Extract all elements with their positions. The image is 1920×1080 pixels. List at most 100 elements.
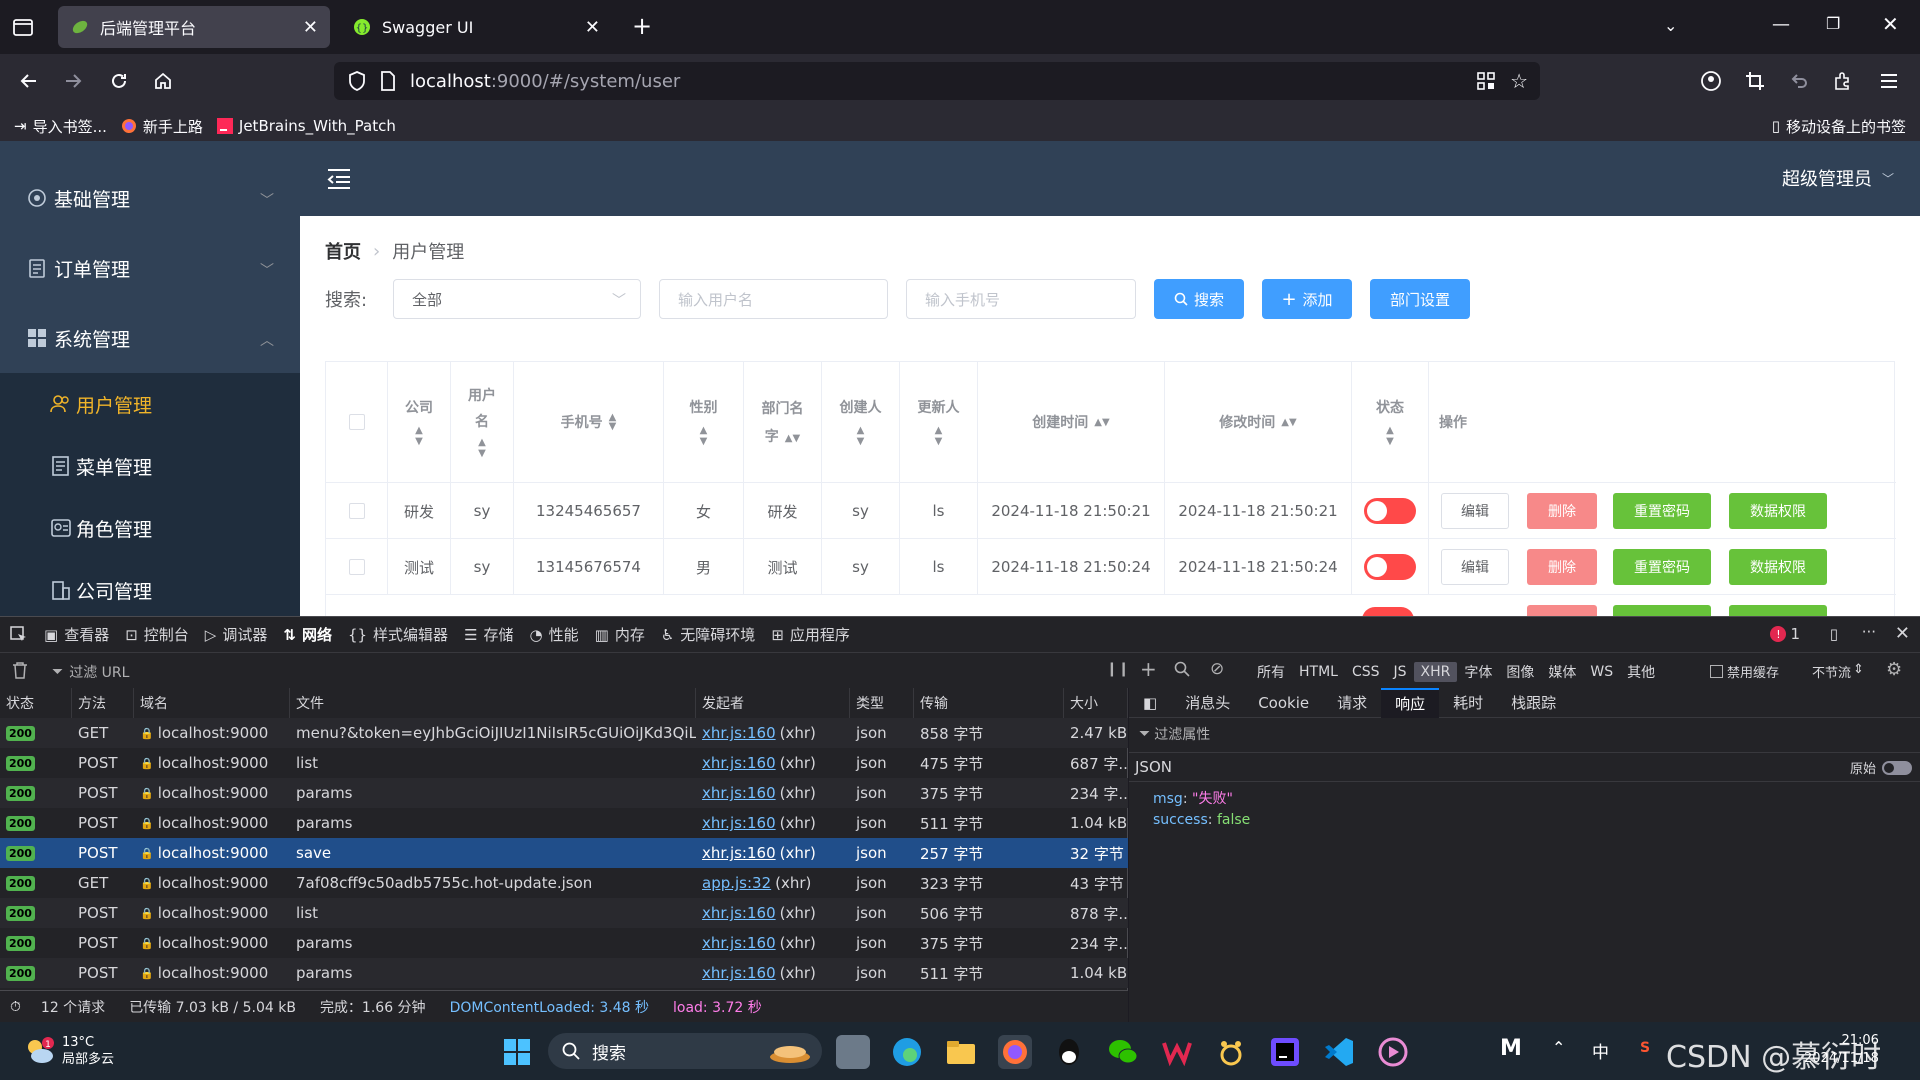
filter-media[interactable]: 媒体 (1541, 660, 1583, 684)
account-icon[interactable] (1698, 68, 1724, 94)
reset-password-button[interactable] (1613, 605, 1711, 616)
paw-icon[interactable] (1214, 1035, 1248, 1069)
username-input[interactable]: 输入用户名 (659, 279, 888, 319)
trash-icon[interactable] (12, 661, 28, 679)
status-toggle[interactable] (1364, 554, 1416, 580)
header-status[interactable]: 状态 ▲ ▼ (1352, 362, 1429, 482)
tool-style-editor[interactable]: {} 样式编辑器 (348, 617, 448, 653)
sidebar-group-orders[interactable]: 订单管理 ﹀ (0, 233, 300, 303)
col-type[interactable]: 类型 (850, 688, 914, 718)
network-request-row[interactable]: 200 POST 🔒 localhost:9000 params xhr.js:160 (x… (0, 958, 1128, 988)
header-created[interactable]: 创建时间 ▲▼ (978, 362, 1165, 482)
sort-icon[interactable]: ▲▼ (785, 433, 800, 444)
extensions-icon[interactable] (1830, 68, 1856, 94)
media-player-icon[interactable] (1376, 1035, 1410, 1069)
url-bar[interactable]: localhost:9000/#/system/user ☆ (334, 62, 1540, 100)
col-size[interactable]: 大小 (1064, 688, 1128, 718)
tool-application[interactable]: ⊞ 应用程序 (771, 617, 850, 653)
network-request-row[interactable]: 200 POST 🔒 localhost:9000 params xhr.js:160 (x… (0, 808, 1128, 838)
raw-toggle[interactable] (1882, 761, 1912, 775)
edge-icon[interactable] (890, 1035, 924, 1069)
chevron-up-icon[interactable]: ⌃ (1552, 1038, 1565, 1057)
throttle-select[interactable]: 不节流 ⇕ (1812, 662, 1864, 681)
edit-button[interactable]: 编辑 (1441, 549, 1509, 585)
filter-html[interactable]: HTML (1292, 662, 1345, 682)
filter-properties-input[interactable]: ⏷ 过滤属性 (1139, 724, 1210, 744)
sidebar-item-menus[interactable]: 菜单管理 (0, 435, 300, 497)
cell-initiator[interactable]: xhr.js:160 (xhr) (696, 838, 850, 868)
tool-performance[interactable]: ◔ 性能 (530, 617, 579, 653)
filter-xhr[interactable]: XHR (1413, 662, 1458, 682)
toggle-sidebar-icon[interactable]: ◧ (1129, 688, 1171, 718)
forward-icon[interactable] (60, 68, 86, 94)
tab-request[interactable]: 请求 (1323, 688, 1381, 718)
collapse-sidebar-icon[interactable] (326, 167, 352, 191)
row-checkbox[interactable] (348, 559, 365, 575)
cell-initiator[interactable]: xhr.js:160 (xhr) (696, 778, 850, 808)
tool-network[interactable]: ⇅ 网络 (283, 617, 332, 653)
wps-icon[interactable] (1160, 1035, 1194, 1069)
close-devtools-icon[interactable]: ✕ (1895, 623, 1910, 644)
timer-icon[interactable]: ⏱ (10, 999, 21, 1015)
checkbox[interactable] (1710, 665, 1723, 678)
shield-icon[interactable] (348, 71, 366, 91)
sort-icon[interactable]: ▲▼ (415, 425, 423, 447)
header-company[interactable]: 公司 ▲ ▼ (388, 362, 451, 482)
breadcrumb-home[interactable]: 首页 (325, 238, 361, 264)
scope-select[interactable]: 全部 ﹀ (393, 279, 641, 319)
qr-code-icon[interactable] (1476, 71, 1496, 91)
initiator-link[interactable]: xhr.js:160 (702, 784, 776, 802)
sidebar-item-roles[interactable]: 角色管理 (0, 497, 300, 559)
pause-icon[interactable]: ❙❙ (1106, 661, 1129, 677)
tool-debugger[interactable]: ▷ 调试器 (205, 617, 268, 653)
window-close-icon[interactable]: ✕ (1882, 12, 1899, 36)
data-permission-button[interactable]: 数据权限 (1729, 493, 1827, 529)
error-indicator[interactable]: ! 1 (1770, 625, 1800, 643)
status-toggle[interactable] (1364, 498, 1416, 524)
tab-admin[interactable]: 后端管理平台 ✕ (58, 6, 330, 48)
firefox-icon[interactable] (998, 1035, 1032, 1069)
header-creator[interactable]: 创建人 ▲ ▼ (822, 362, 900, 482)
tab-response[interactable]: 响应 (1381, 687, 1440, 718)
clock[interactable]: 21:06 2024/11/18 (1804, 1032, 1879, 1068)
cell-initiator[interactable]: app.js:32 (xhr) (696, 868, 850, 898)
mail-app-icon[interactable]: M (1500, 1036, 1522, 1061)
weather-widget[interactable]: 1 13°C 局部多云 (22, 1034, 114, 1068)
filter-js[interactable]: JS (1387, 662, 1414, 682)
delete-button[interactable]: 删除 (1527, 493, 1597, 529)
status-toggle[interactable] (1362, 607, 1414, 616)
initiator-link[interactable]: xhr.js:160 (702, 904, 776, 922)
tool-console[interactable]: ⊡ 控制台 (125, 617, 189, 653)
bookmark-getting-started[interactable]: 新手上路 (121, 116, 203, 137)
filter-font[interactable]: 字体 (1457, 660, 1499, 684)
dept-settings-button[interactable]: 部门设置 (1370, 279, 1470, 319)
col-initiator[interactable]: 发起者 (696, 688, 850, 718)
plus-icon[interactable]: + (1140, 657, 1157, 681)
col-domain[interactable]: 域名 (134, 688, 290, 718)
sort-icon[interactable]: ▲▼ (1094, 417, 1109, 428)
home-icon[interactable] (150, 68, 176, 94)
col-transfer[interactable]: 传输 (914, 688, 1064, 718)
initiator-link[interactable]: xhr.js:160 (702, 964, 776, 982)
sort-icon[interactable]: ▲▼ (700, 425, 708, 447)
disable-cache-toggle[interactable]: 禁用缓存 (1710, 662, 1779, 681)
mobile-bookmarks[interactable]: ▯ 移动设备上的书签 (1772, 116, 1906, 137)
tab-swagger[interactable]: {} Swagger UI ✕ (340, 6, 612, 48)
search-button[interactable]: 搜索 (1154, 279, 1244, 319)
back-icon[interactable] (16, 68, 42, 94)
network-request-row[interactable]: 200 GET 🔒 localhost:9000 menu?&token=eyJhbGc… (0, 718, 1128, 748)
header-gender[interactable]: 性别 ▲ ▼ (664, 362, 744, 482)
reload-icon[interactable] (106, 68, 132, 94)
col-method[interactable]: 方法 (72, 688, 134, 718)
close-icon[interactable]: ✕ (585, 17, 600, 38)
initiator-link[interactable]: xhr.js:160 (702, 724, 776, 742)
cell-initiator[interactable]: xhr.js:160 (xhr) (696, 718, 850, 748)
col-status[interactable]: 状态 (0, 688, 72, 718)
sort-icon[interactable]: ▲▼ (609, 413, 617, 432)
network-request-row[interactable]: 200 POST 🔒 localhost:9000 params xhr.js:160 (x… (0, 778, 1128, 808)
filter-image[interactable]: 图像 (1499, 660, 1541, 684)
settings-gear-icon[interactable]: ⚙ (1886, 659, 1902, 680)
network-request-row[interactable]: 200 POST 🔒 localhost:9000 list xhr.js:160 (xhr… (0, 748, 1128, 778)
header-updater[interactable]: 更新人 ▲ ▼ (900, 362, 978, 482)
sidebar-item-users[interactable]: 用户管理 (0, 373, 300, 435)
